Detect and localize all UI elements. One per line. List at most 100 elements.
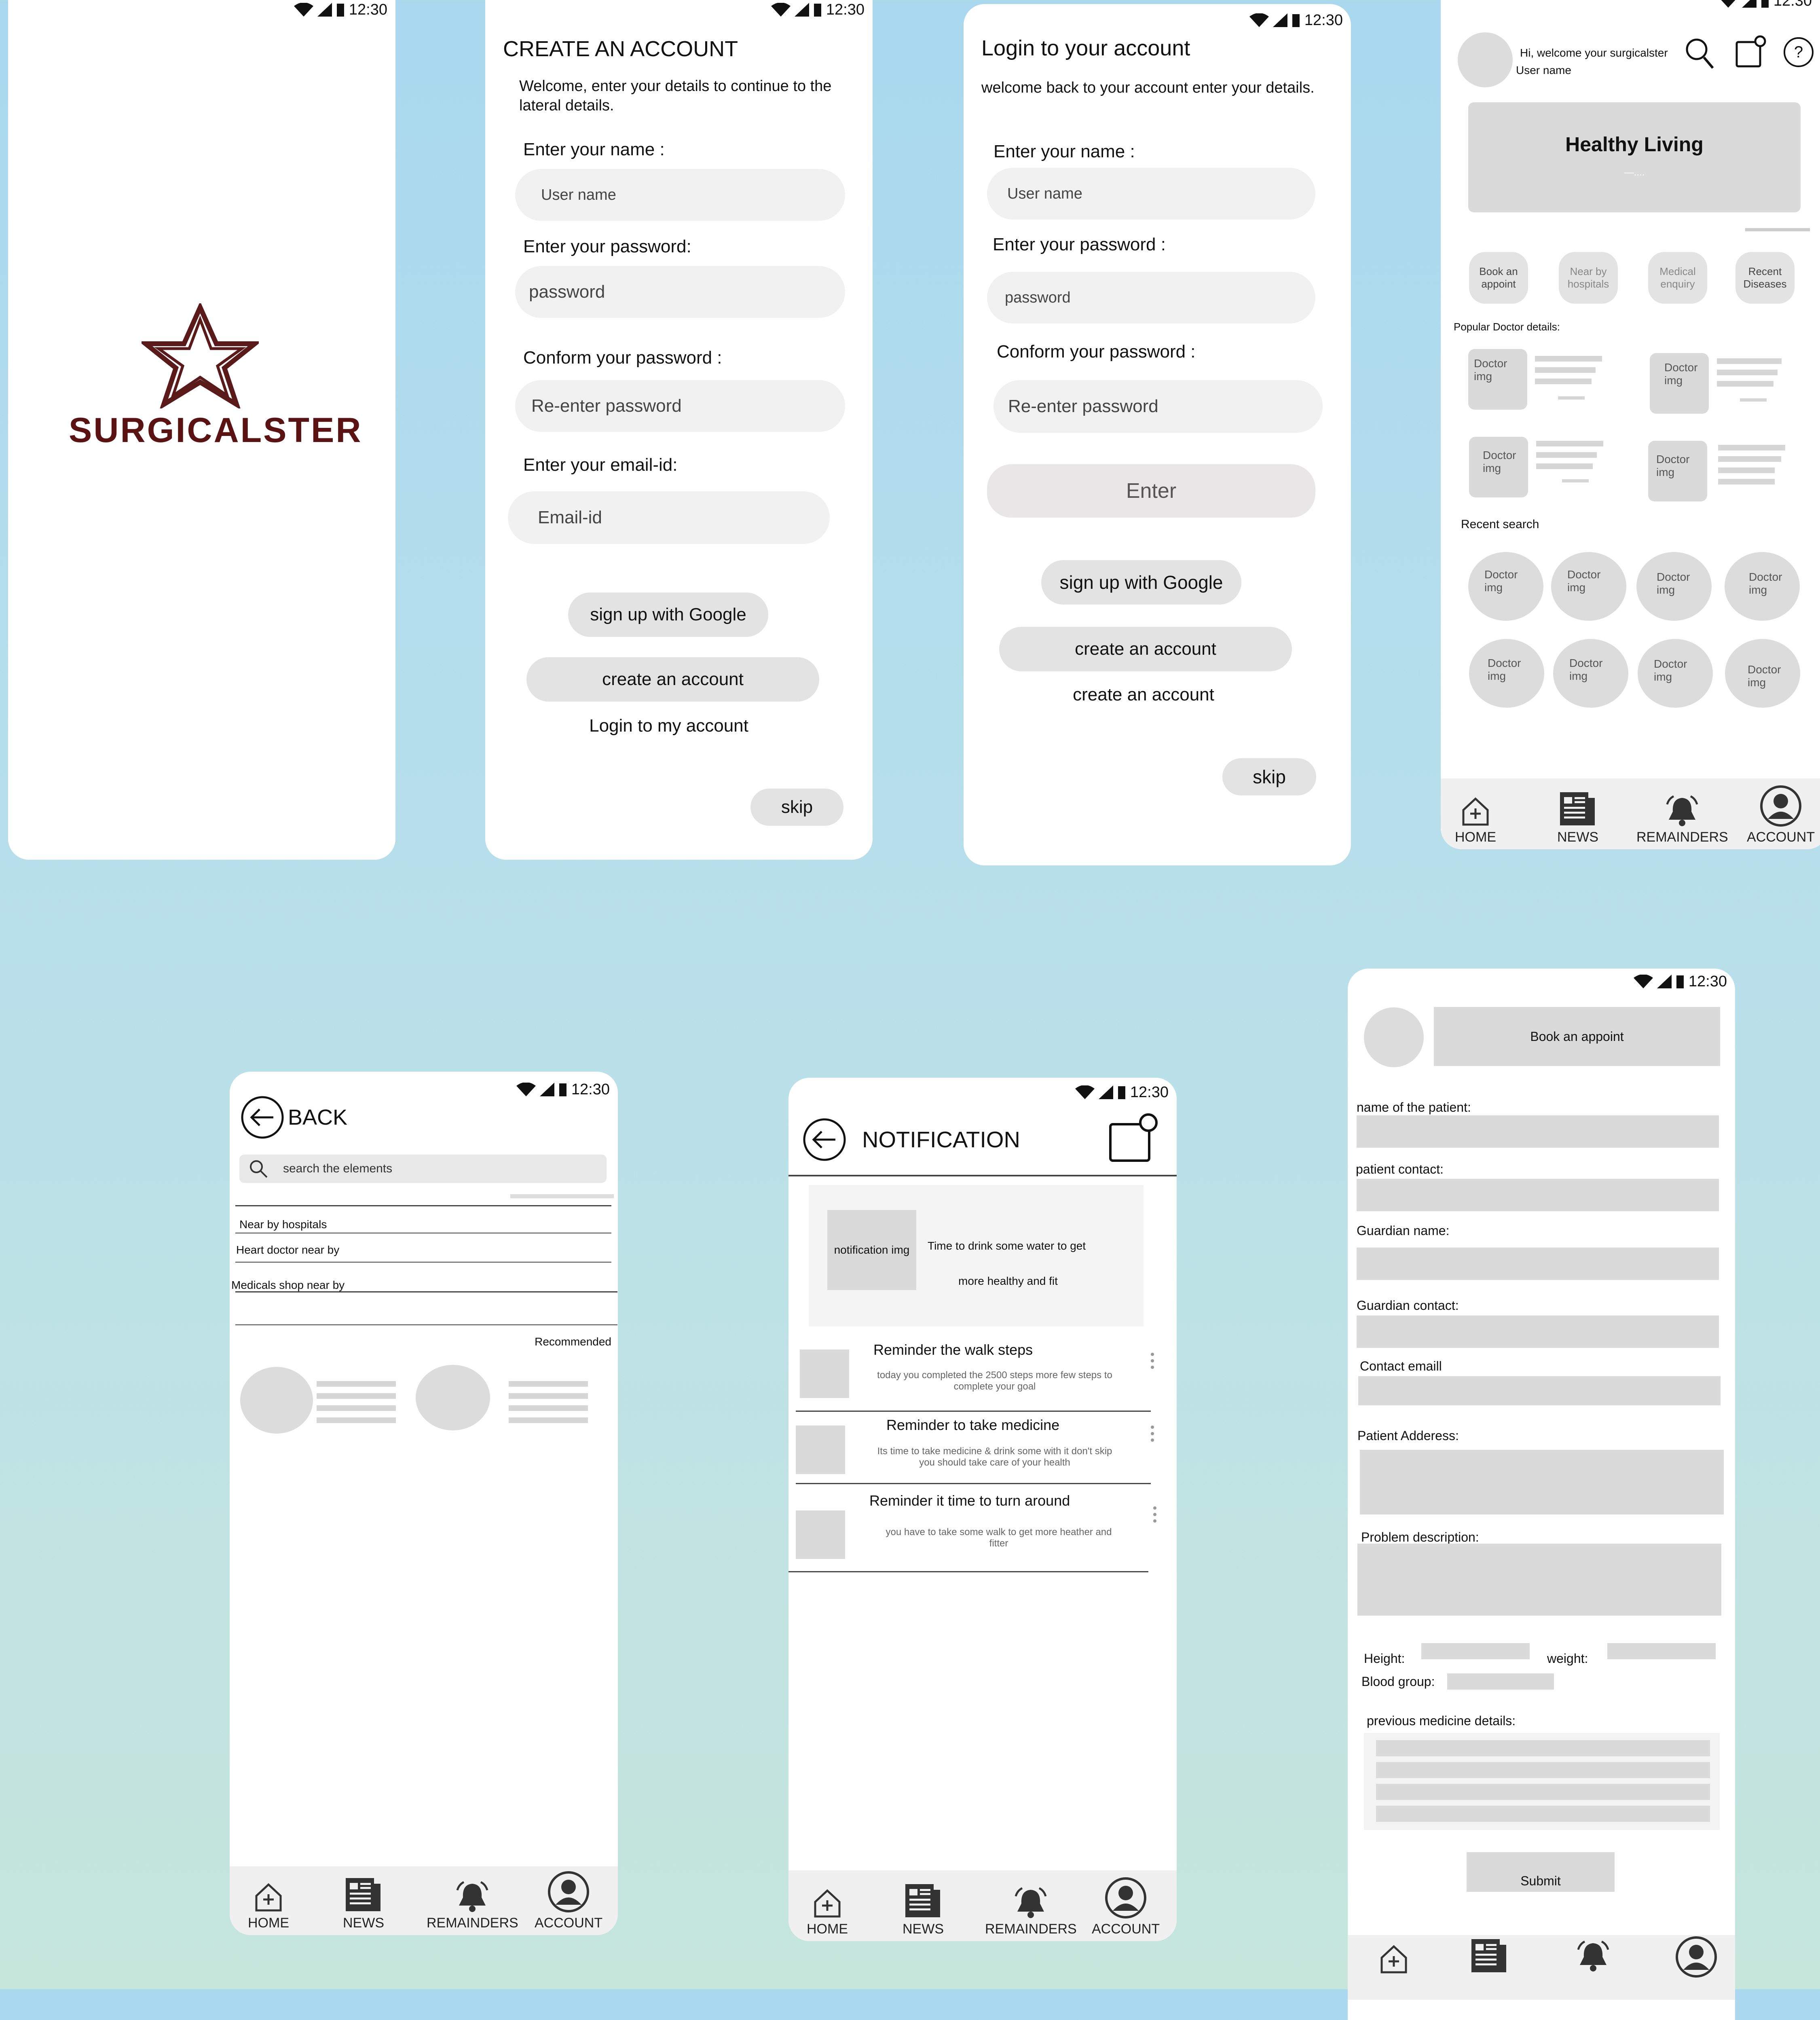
- recent-doctor-circle[interactable]: Doctor img: [1553, 639, 1628, 708]
- recommended-line: [317, 1417, 396, 1423]
- recent-doctor-circle[interactable]: Doctor img: [1725, 639, 1800, 708]
- signal-icon: [1742, 0, 1757, 8]
- patient-name-input[interactable]: [1357, 1115, 1719, 1148]
- name-input[interactable]: User name: [515, 169, 845, 221]
- recent-doctor-circle[interactable]: Doctor img: [1636, 552, 1712, 621]
- nav-home[interactable]: HOME: [807, 1887, 848, 1937]
- password-label: Enter your password :: [993, 235, 1166, 254]
- nav-home-label: HOME: [1455, 829, 1496, 845]
- recent-doctor-circle[interactable]: Doctor img: [1638, 639, 1713, 708]
- medicine-row[interactable]: [1376, 1740, 1710, 1756]
- create-account-button[interactable]: create an account: [999, 627, 1292, 671]
- status-bar: 12:30: [294, 1, 387, 19]
- page-title: NOTIFICATION: [862, 1127, 1020, 1152]
- google-signup-button[interactable]: sign up with Google: [568, 592, 768, 637]
- recent-doctor-circle[interactable]: Doctor img: [1469, 639, 1544, 708]
- back-arrow-icon[interactable]: [802, 1117, 847, 1162]
- login-link[interactable]: Login to my account: [485, 716, 852, 736]
- doctor-card-img[interactable]: Doctor img: [1468, 349, 1527, 410]
- help-icon[interactable]: ?: [1783, 36, 1814, 68]
- problem-description-input[interactable]: [1357, 1544, 1721, 1616]
- email-input[interactable]: Email-id: [508, 491, 830, 544]
- skip-button[interactable]: skip: [1222, 758, 1316, 795]
- nav-reminders[interactable]: [1575, 1940, 1611, 1975]
- reminder-title[interactable]: Reminder the walk steps: [873, 1341, 1033, 1358]
- patient-contact-input[interactable]: [1357, 1179, 1719, 1211]
- avatar[interactable]: [1458, 32, 1513, 87]
- reminder-title[interactable]: Reminder to take medicine: [886, 1417, 1059, 1434]
- reminder-title[interactable]: Reminder it time to turn around: [869, 1492, 1070, 1509]
- doctor-card-img[interactable]: Doctor img: [1650, 353, 1709, 414]
- medicine-row[interactable]: [1376, 1784, 1710, 1800]
- more-options-icon[interactable]: [1151, 1353, 1154, 1372]
- doctor-card-line: [1740, 398, 1767, 402]
- nav-news[interactable]: NEWS: [343, 1876, 384, 1931]
- suggestion-item[interactable]: Heart doctor near by: [236, 1244, 339, 1256]
- previous-medicine-box[interactable]: [1364, 1733, 1720, 1830]
- medical-enquiry-button[interactable]: Medical enquiry: [1648, 252, 1707, 304]
- nav-reminders[interactable]: REMAINDERS: [1636, 795, 1728, 845]
- doctor-img-line1: Doctor: [1654, 658, 1687, 670]
- nav-home[interactable]: [1378, 1942, 1410, 1977]
- recommended-image[interactable]: [240, 1367, 313, 1434]
- weight-input[interactable]: [1607, 1643, 1716, 1659]
- medicine-row[interactable]: [1376, 1806, 1710, 1822]
- notification-icon[interactable]: [1735, 35, 1767, 69]
- confirm-password-input[interactable]: Re-enter password: [515, 380, 845, 432]
- health-banner[interactable]: Healthy Living —....: [1468, 102, 1801, 212]
- submit-button[interactable]: Submit: [1467, 1852, 1615, 1892]
- nav-news[interactable]: [1469, 1938, 1509, 1976]
- blood-group-input[interactable]: [1447, 1673, 1554, 1690]
- recent-doctor-circle[interactable]: Doctor img: [1551, 552, 1626, 621]
- doctor-img-line2: img: [1474, 370, 1492, 383]
- name-input[interactable]: User name: [987, 168, 1315, 220]
- create-account-link[interactable]: create an account: [964, 685, 1323, 705]
- medicine-row[interactable]: [1376, 1762, 1710, 1778]
- recent-doctor-circle[interactable]: Doctor img: [1725, 552, 1800, 621]
- nav-account[interactable]: [1675, 1936, 1717, 1980]
- doctor-card-img[interactable]: Doctor img: [1648, 441, 1707, 501]
- nav-home[interactable]: HOME: [1455, 795, 1496, 845]
- wifi-icon: [1633, 975, 1653, 988]
- guardian-name-input[interactable]: [1357, 1248, 1719, 1280]
- nav-home[interactable]: HOME: [248, 1880, 289, 1931]
- create-account-button[interactable]: create an account: [526, 657, 819, 702]
- nav-news[interactable]: NEWS: [1557, 791, 1598, 845]
- nav-reminders[interactable]: REMAINDERS: [427, 1880, 518, 1931]
- guardian-contact-input[interactable]: [1357, 1316, 1719, 1348]
- avatar[interactable]: [1364, 1007, 1424, 1067]
- recommended-image[interactable]: [416, 1365, 490, 1430]
- more-options-icon[interactable]: [1153, 1506, 1156, 1526]
- notification-icon[interactable]: [1108, 1112, 1158, 1163]
- height-input[interactable]: [1421, 1643, 1530, 1659]
- password-input[interactable]: password: [987, 272, 1315, 324]
- nav-account[interactable]: ACCOUNT: [1092, 1877, 1160, 1937]
- google-signup-button[interactable]: sign up with Google: [1041, 560, 1241, 605]
- back-button[interactable]: BACK: [240, 1095, 347, 1140]
- banner-pager[interactable]: —....: [1468, 167, 1801, 178]
- more-options-icon[interactable]: [1151, 1426, 1154, 1445]
- password-input[interactable]: password: [515, 266, 845, 318]
- confirm-password-placeholder: Re-enter password: [531, 396, 682, 416]
- contact-email-input[interactable]: [1358, 1376, 1721, 1405]
- featured-notification[interactable]: notification img Time to drink some wate…: [809, 1185, 1144, 1326]
- suggestion-item[interactable]: Near by hospitals: [239, 1218, 327, 1231]
- recent-doctor-circle[interactable]: Doctor img: [1468, 552, 1543, 621]
- nav-account[interactable]: ACCOUNT: [1747, 785, 1815, 845]
- search-icon[interactable]: [1685, 37, 1714, 70]
- book-appointment-button[interactable]: Book an appoint: [1469, 252, 1528, 304]
- skip-button[interactable]: skip: [750, 789, 843, 826]
- doctor-card-img[interactable]: Doctor img: [1469, 437, 1528, 497]
- nav-reminders[interactable]: REMAINDERS: [985, 1887, 1077, 1937]
- reminder-thumbnail: [796, 1510, 845, 1559]
- suggestion-item[interactable]: Medicals shop near by: [231, 1279, 345, 1292]
- patient-address-input[interactable]: [1360, 1450, 1724, 1514]
- confirm-password-input[interactable]: Re-enter password: [993, 380, 1323, 433]
- enter-button[interactable]: Enter: [987, 464, 1315, 518]
- nav-account-label: ACCOUNT: [1092, 1921, 1160, 1937]
- nearby-hospitals-button[interactable]: Near by hospitals: [1559, 252, 1618, 304]
- nav-account[interactable]: ACCOUNT: [535, 1871, 602, 1931]
- search-bar[interactable]: search the elements: [239, 1155, 607, 1183]
- recent-diseases-button[interactable]: Recent Diseases: [1735, 252, 1795, 304]
- nav-news[interactable]: NEWS: [903, 1883, 944, 1937]
